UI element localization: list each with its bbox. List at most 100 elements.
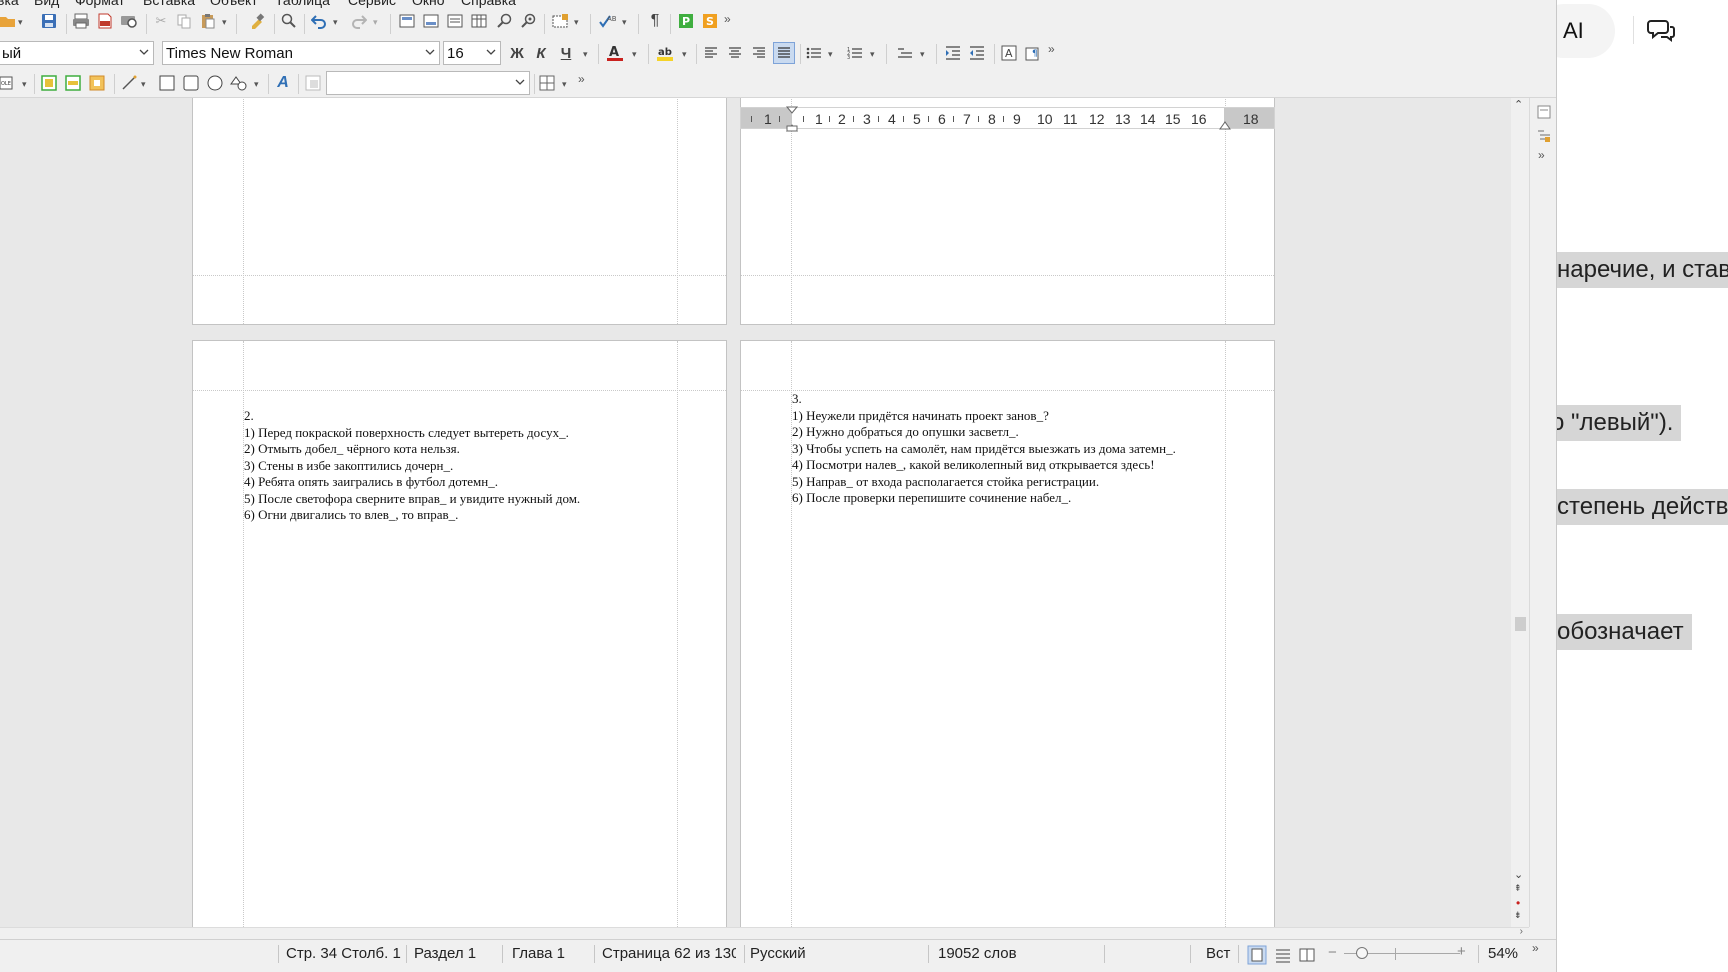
clone-formatting-icon[interactable] xyxy=(246,10,268,32)
spellcheck-icon[interactable]: AB xyxy=(596,10,618,32)
undo-icon[interactable] xyxy=(308,10,330,32)
object-name-combo[interactable] xyxy=(326,71,530,95)
insert-image-icon[interactable] xyxy=(550,10,572,32)
outline-list-icon[interactable] xyxy=(894,42,916,64)
character-icon[interactable]: A xyxy=(998,42,1020,64)
menu-view[interactable]: Вид xyxy=(34,0,59,8)
page-text-block[interactable]: 2. 1) Перед покраской поверхность следуе… xyxy=(244,408,580,524)
rectangle-icon[interactable] xyxy=(156,72,178,94)
properties-icon[interactable] xyxy=(1536,104,1552,120)
print-preview-icon[interactable] xyxy=(118,10,140,32)
insert-field-icon[interactable] xyxy=(420,10,442,32)
single-page-view-icon[interactable] xyxy=(1247,945,1267,965)
menu-format[interactable]: Формат xyxy=(75,0,125,8)
scroll-right-icon[interactable]: › xyxy=(1520,926,1523,937)
horizontal-scrollbar[interactable]: › xyxy=(0,926,1529,939)
undo-dropdown-icon[interactable]: ▾ xyxy=(333,17,338,28)
insert-table-icon[interactable] xyxy=(468,10,490,32)
document-canvas[interactable]: 2. 1) Перед покраской поверхность следуе… xyxy=(0,98,1518,927)
borders-dropdown-icon[interactable]: ▾ xyxy=(562,79,567,90)
save-icon[interactable] xyxy=(38,10,60,32)
align-right-icon[interactable] xyxy=(748,42,770,64)
menu-table[interactable]: Таблица xyxy=(275,0,330,8)
italic-button[interactable]: К xyxy=(530,42,552,64)
zoom-icon[interactable] xyxy=(494,10,516,32)
menu-window[interactable]: Окно xyxy=(412,0,445,8)
copy-icon[interactable] xyxy=(173,10,195,32)
highlight-dropdown-icon[interactable]: ▾ xyxy=(682,49,687,60)
status-zoom-level[interactable]: 54% xyxy=(1488,945,1518,962)
open-dropdown-icon[interactable]: ▾ xyxy=(18,17,23,28)
toolbar-overflow-icon[interactable]: » xyxy=(578,72,585,86)
font-color-icon[interactable]: A xyxy=(604,42,626,64)
insert-section-icon[interactable] xyxy=(62,72,84,94)
scroll-thumb[interactable] xyxy=(1515,617,1526,631)
multi-page-view-icon[interactable] xyxy=(1273,945,1293,965)
justify-icon[interactable] xyxy=(773,42,795,64)
ai-label[interactable]: AI xyxy=(1563,18,1584,44)
next-page-icon[interactable]: ⇟ xyxy=(1514,910,1522,921)
align-left-icon[interactable] xyxy=(700,42,722,64)
zoom-out-icon[interactable]: − xyxy=(1328,944,1337,961)
insert-page-number-icon[interactable] xyxy=(396,10,418,32)
statusbar-overflow-icon[interactable]: » xyxy=(1532,941,1539,955)
numbered-list-dropdown-icon[interactable]: ▾ xyxy=(870,49,875,60)
numbered-list-icon[interactable]: 123 xyxy=(844,42,866,64)
find-replace-icon[interactable] xyxy=(278,10,300,32)
outline-list-dropdown-icon[interactable]: ▾ xyxy=(920,49,925,60)
page-text-block[interactable]: 3. 1) Неужели придётся начинать проект з… xyxy=(792,391,1176,507)
menu-tools[interactable]: Сервис xyxy=(348,0,396,8)
toolbar-overflow-icon[interactable]: » xyxy=(1048,42,1055,56)
menu-object[interactable]: Объект xyxy=(210,0,258,8)
open-icon[interactable] xyxy=(0,10,16,32)
navigator-icon[interactable] xyxy=(518,10,540,32)
chat-history-icon[interactable] xyxy=(1646,16,1676,46)
font-color-dropdown-icon[interactable]: ▾ xyxy=(632,49,637,60)
redo-dropdown-icon[interactable]: ▾ xyxy=(373,17,378,28)
paste-icon[interactable] xyxy=(197,10,219,32)
zoom-in-icon[interactable]: + xyxy=(1457,943,1466,960)
previous-page-icon[interactable]: ⇞ xyxy=(1514,883,1522,894)
zoom-slider-handle[interactable] xyxy=(1356,947,1368,959)
basic-shapes-icon[interactable] xyxy=(228,72,250,94)
borders-icon[interactable] xyxy=(536,72,558,94)
underline-button[interactable]: Ч xyxy=(555,42,577,64)
ellipse-icon[interactable] xyxy=(204,72,226,94)
toolbar-overflow-icon[interactable]: » xyxy=(724,12,731,26)
paste-dropdown-icon[interactable]: ▾ xyxy=(222,17,227,28)
fontwork-icon[interactable]: A xyxy=(272,72,294,94)
page-top-left[interactable] xyxy=(192,98,727,325)
status-page[interactable]: Страница 62 из 130 xyxy=(602,945,736,962)
rounded-rectangle-icon[interactable] xyxy=(180,72,202,94)
insert-image-dropdown-icon[interactable]: ▾ xyxy=(574,17,579,28)
align-center-icon[interactable] xyxy=(724,42,746,64)
export-pdf-icon[interactable] xyxy=(94,10,116,32)
paragraph-style-combo[interactable]: ый xyxy=(0,41,154,65)
paragraph-icon[interactable]: ¶ xyxy=(1022,42,1044,64)
insert-textbox-icon[interactable] xyxy=(86,72,108,94)
insert-line-icon[interactable] xyxy=(118,72,140,94)
shapes-dropdown-icon[interactable]: ▾ xyxy=(254,79,259,90)
status-word-count[interactable]: 19052 слов xyxy=(938,945,1017,962)
print-icon[interactable] xyxy=(70,10,92,32)
status-insert-mode[interactable]: Вст xyxy=(1206,945,1230,962)
bullet-list-icon[interactable] xyxy=(803,42,825,64)
scroll-up-icon[interactable]: ⌃ xyxy=(1514,98,1523,111)
sidebar-overflow-icon[interactable]: » xyxy=(1538,148,1545,162)
styles-icon[interactable] xyxy=(1536,128,1552,144)
ole-dropdown-icon[interactable]: ▾ xyxy=(22,79,27,90)
ole-object-icon[interactable]: OLE xyxy=(0,72,14,94)
increase-indent-icon[interactable] xyxy=(942,42,964,64)
menu-insert[interactable]: вка xyxy=(0,0,19,8)
page-bottom-right[interactable]: 3. 1) Неужели придётся начинать проект з… xyxy=(740,340,1275,927)
line-dropdown-icon[interactable]: ▾ xyxy=(141,79,146,90)
vertical-scrollbar[interactable]: ⌃ ⌄ ⇞ • ⇟ xyxy=(1511,98,1529,927)
page-top-right[interactable] xyxy=(740,98,1275,325)
cut-icon[interactable]: ✂ xyxy=(150,10,172,32)
bold-button[interactable]: Ж xyxy=(506,42,528,64)
font-name-combo[interactable]: Times New Roman xyxy=(162,41,440,65)
formatting-marks-icon[interactable]: ¶ xyxy=(644,10,666,32)
book-view-icon[interactable] xyxy=(1297,945,1317,965)
right-indent-marker-icon[interactable] xyxy=(1219,118,1231,130)
form-control-icon[interactable] xyxy=(302,72,324,94)
